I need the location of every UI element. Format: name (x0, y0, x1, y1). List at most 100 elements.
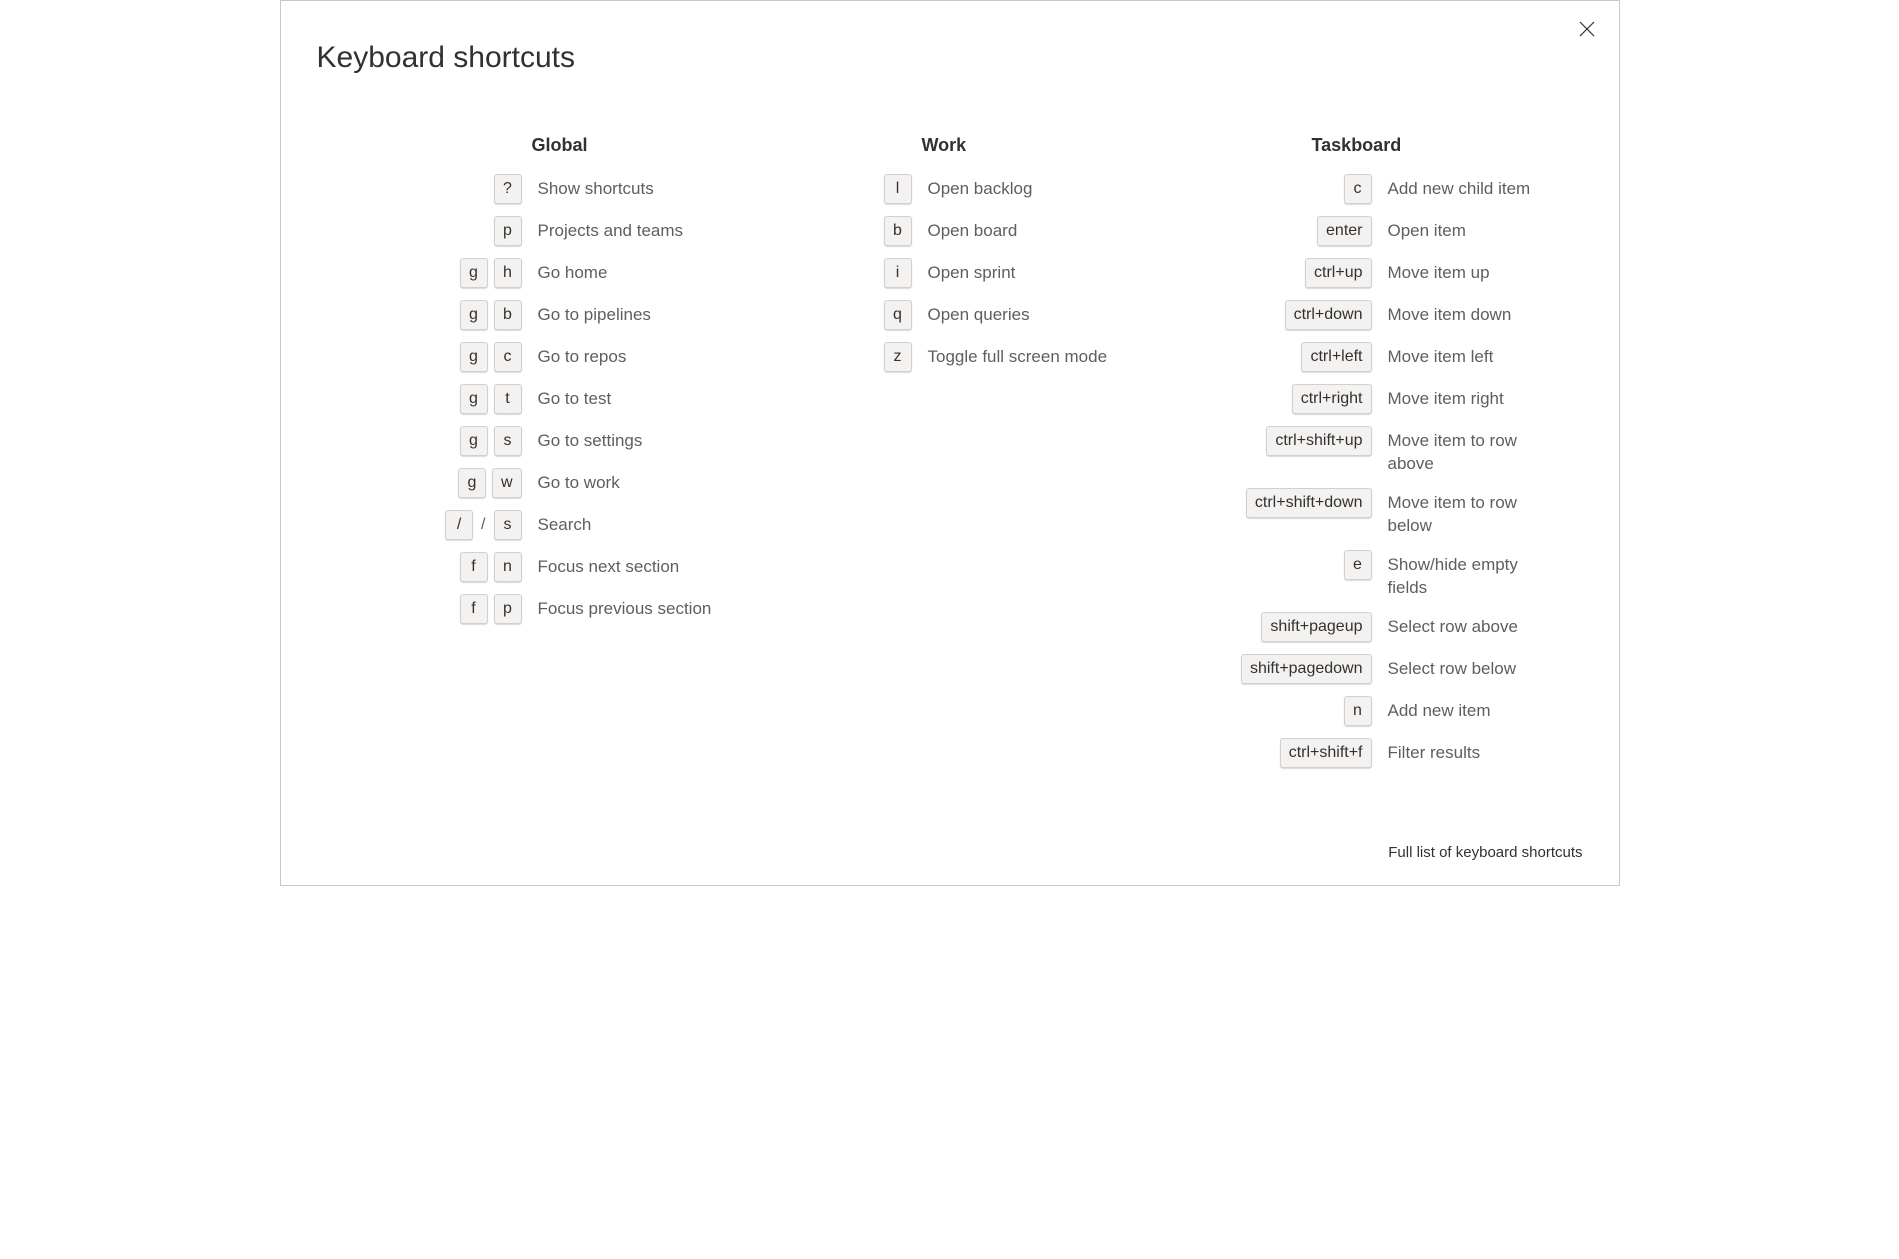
keycap: p (494, 594, 522, 624)
shortcut-keys: ctrl+down (1172, 300, 1372, 330)
shortcut-keys: ctrl+shift+f (1172, 738, 1372, 768)
keycap: ctrl+shift+up (1266, 426, 1371, 456)
shortcut-row: ctrl+shift+upMove item to row above (1172, 426, 1592, 476)
keyboard-shortcuts-dialog: Keyboard shortcuts Global ?Show shortcut… (280, 0, 1620, 886)
close-button[interactable] (1575, 17, 1599, 41)
shortcut-description: Projects and teams (522, 216, 742, 243)
shortcut-description: Select row above (1372, 612, 1562, 639)
shortcut-description: Go to test (522, 384, 742, 411)
shortcut-row: lOpen backlog (782, 174, 1172, 204)
close-icon (1579, 21, 1595, 37)
shortcut-keys: l (782, 174, 912, 204)
shortcut-description: Open item (1372, 216, 1562, 243)
keycap: / (445, 510, 473, 540)
shortcut-keys: enter (1172, 216, 1372, 246)
shortcut-keys: shift+pageup (1172, 612, 1372, 642)
shortcut-row: //sSearch (392, 510, 782, 540)
shortcut-row: qOpen queries (782, 300, 1172, 330)
column-header-taskboard: Taskboard (1172, 135, 1592, 156)
shortcut-row: gbGo to pipelines (392, 300, 782, 330)
keycap: p (494, 216, 522, 246)
column-global: Global ?Show shortcutspProjects and team… (392, 135, 782, 780)
shortcut-row: gcGo to repos (392, 342, 782, 372)
shortcut-description: Toggle full screen mode (912, 342, 1132, 369)
shortcut-row: gsGo to settings (392, 426, 782, 456)
shortcut-description: Go to settings (522, 426, 742, 453)
shortcut-row: ctrl+leftMove item left (1172, 342, 1592, 372)
keycap: g (460, 426, 488, 456)
keycap: g (460, 300, 488, 330)
shortcut-keys: z (782, 342, 912, 372)
shortcut-row: ctrl+upMove item up (1172, 258, 1592, 288)
shortcut-keys: c (1172, 174, 1372, 204)
shortcut-keys: i (782, 258, 912, 288)
shortcut-keys: fp (392, 594, 522, 624)
keycap: ctrl+up (1305, 258, 1371, 288)
keycap: g (458, 468, 486, 498)
key-separator: / (479, 516, 487, 534)
keycap: q (884, 300, 912, 330)
shortcut-description: Open board (912, 216, 1132, 243)
shortcut-keys: ctrl+right (1172, 384, 1372, 414)
shortcut-keys: q (782, 300, 912, 330)
shortcut-row: ?Show shortcuts (392, 174, 782, 204)
keycap: w (492, 468, 522, 498)
keycap: e (1344, 550, 1372, 580)
shortcut-description: Move item down (1372, 300, 1562, 327)
shortcut-keys: ctrl+left (1172, 342, 1372, 372)
shortcut-row: iOpen sprint (782, 258, 1172, 288)
shortcut-description: Add new child item (1372, 174, 1562, 201)
column-header-work: Work (782, 135, 1172, 156)
shortcut-row: ctrl+downMove item down (1172, 300, 1592, 330)
keycap: ctrl+down (1285, 300, 1372, 330)
shortcut-description: Go to pipelines (522, 300, 742, 327)
keycap: i (884, 258, 912, 288)
keycap: f (460, 594, 488, 624)
shortcut-keys: ctrl+shift+up (1172, 426, 1372, 456)
shortcut-description: Select row below (1372, 654, 1562, 681)
shortcut-description: Go to repos (522, 342, 742, 369)
shortcut-row: pProjects and teams (392, 216, 782, 246)
keycap: g (460, 342, 488, 372)
shortcut-description: Move item up (1372, 258, 1562, 285)
shortcut-row: cAdd new child item (1172, 174, 1592, 204)
shortcut-keys: b (782, 216, 912, 246)
keycap: enter (1317, 216, 1371, 246)
shortcut-keys: gs (392, 426, 522, 456)
column-work-rows: lOpen backlogbOpen boardiOpen sprintqOpe… (782, 174, 1172, 372)
keycap: ctrl+shift+f (1280, 738, 1372, 768)
full-list-link[interactable]: Full list of keyboard shortcuts (1388, 844, 1582, 861)
shortcut-keys: fn (392, 552, 522, 582)
shortcut-row: eShow/hide empty fields (1172, 550, 1592, 600)
keycap: f (460, 552, 488, 582)
keycap: t (494, 384, 522, 414)
keycap: n (494, 552, 522, 582)
shortcut-row: shift+pageupSelect row above (1172, 612, 1592, 642)
keycap: g (460, 258, 488, 288)
shortcut-keys: ctrl+up (1172, 258, 1372, 288)
keycap: ? (494, 174, 522, 204)
shortcut-description: Move item to row below (1372, 488, 1562, 538)
shortcut-keys: shift+pagedown (1172, 654, 1372, 684)
column-taskboard: Taskboard cAdd new child itementerOpen i… (1172, 135, 1592, 780)
column-work: Work lOpen backlogbOpen boardiOpen sprin… (782, 135, 1172, 780)
column-global-rows: ?Show shortcutspProjects and teamsghGo h… (392, 174, 782, 624)
shortcut-description: Go home (522, 258, 742, 285)
shortcut-columns: Global ?Show shortcutspProjects and team… (317, 135, 1583, 780)
shortcut-keys: n (1172, 696, 1372, 726)
shortcut-keys: //s (392, 510, 522, 540)
keycap: b (884, 216, 912, 246)
keycap: ctrl+shift+down (1246, 488, 1372, 518)
shortcut-description: Add new item (1372, 696, 1562, 723)
column-header-global: Global (392, 135, 782, 156)
keycap: shift+pagedown (1241, 654, 1372, 684)
dialog-title: Keyboard shortcuts (317, 41, 1583, 75)
shortcut-keys: e (1172, 550, 1372, 580)
shortcut-row: shift+pagedownSelect row below (1172, 654, 1592, 684)
shortcut-keys: p (392, 216, 522, 246)
shortcut-row: fpFocus previous section (392, 594, 782, 624)
shortcut-description: Open queries (912, 300, 1132, 327)
keycap: g (460, 384, 488, 414)
shortcut-keys: ? (392, 174, 522, 204)
shortcut-description: Open sprint (912, 258, 1132, 285)
